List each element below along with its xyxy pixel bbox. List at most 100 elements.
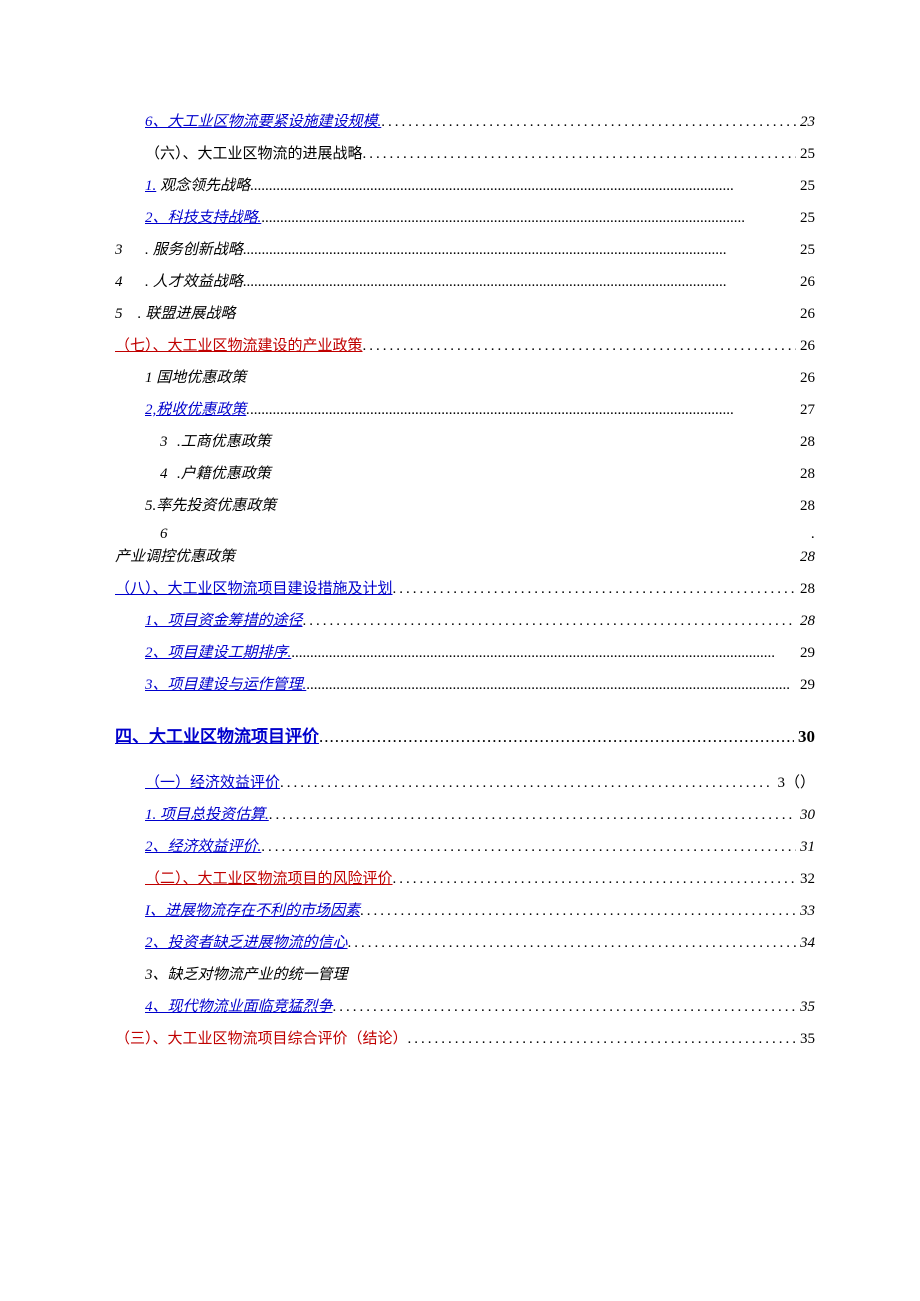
toc-page-number: 3（）: [773, 771, 815, 792]
toc-entry-title[interactable]: （七）、大工业区物流建设的产业政策: [115, 334, 363, 355]
toc-leader: [363, 338, 796, 355]
toc-entry: 3、缺乏对物流产业的统一管理: [115, 963, 815, 984]
toc-entry-title-link[interactable]: 1.: [145, 178, 156, 194]
toc-entry-punct: .: [145, 242, 149, 259]
toc-entry: 1. 项目总投资估算. 30: [115, 803, 815, 824]
toc-entry-title-rest: 观念领先战略: [156, 178, 250, 194]
toc-entry-title: 工商优惠政策: [181, 430, 271, 451]
toc-entry: 4.人才效益战略 26: [115, 270, 815, 291]
toc-entry-number: 4: [115, 274, 145, 291]
toc-entry-punct: .: [138, 306, 142, 323]
toc-entry-punct: .: [145, 274, 149, 291]
toc-entry-title[interactable]: （二）、大工业区物流项目的风险评价: [145, 867, 393, 888]
toc-entry-title[interactable]: 1、项目资金筹措的途径: [145, 609, 303, 630]
toc-entry-title: 5.率先投资优惠政策: [145, 494, 276, 515]
toc-page-number: 26: [796, 338, 815, 355]
toc-page-number: 31: [796, 839, 815, 856]
toc-entry-number: 4: [160, 466, 177, 483]
toc-entry-title: （六）、大工业区物流的进展战略: [145, 142, 363, 163]
toc-leader: [360, 903, 796, 920]
toc-entry-title[interactable]: （一）经济效益评价: [145, 771, 280, 792]
toc-page-number: 26: [796, 370, 815, 387]
toc-page-number: 25: [796, 178, 815, 195]
toc-leader: [363, 146, 796, 163]
toc-entry: 6、大工业区物流要紧设施建设规模.23: [115, 110, 815, 131]
toc-entry-number: 5: [115, 306, 138, 323]
toc-entry: （七）、大工业区物流建设的产业政策 26: [115, 334, 815, 355]
toc-entry-title: 户籍优惠政策: [181, 462, 271, 483]
toc-leader: [243, 274, 796, 291]
toc-entry-title-link[interactable]: 2,税收优惠政策: [145, 402, 246, 418]
toc-entry: （一）经济效益评价 3（）: [115, 771, 815, 792]
toc-entry: 1、项目资金筹措的途径 28: [115, 609, 815, 630]
toc-entry-title[interactable]: I、进展物流存在不利的市场因素: [145, 899, 360, 920]
toc-entry: 3、项目建设与运作管理. 29: [115, 673, 815, 694]
toc-page-number: 30: [794, 727, 815, 747]
toc-entry-title[interactable]: 2、投资者缺乏进展物流的信心: [145, 931, 348, 952]
toc-page-number: 26: [796, 274, 815, 291]
toc-leader: [408, 1031, 796, 1048]
toc-page-number: 28: [796, 549, 815, 566]
toc-entry: 3.服务创新战略25: [115, 238, 815, 259]
toc-leader: [348, 935, 796, 952]
toc-leader: [250, 402, 796, 419]
toc-page-number: 27: [796, 402, 815, 419]
toc-entry-title[interactable]: 2、项目建设工期排序.: [145, 641, 291, 662]
toc-entry-title[interactable]: 2,税收优惠政策.: [145, 398, 250, 419]
toc-entry-title[interactable]: 2、经济效益评价.: [145, 835, 261, 856]
toc-entry-title[interactable]: 1. 观念领先战略: [145, 174, 250, 195]
toc-leader: [269, 807, 796, 824]
toc-page-number: 25: [796, 146, 815, 163]
toc-leader: [261, 210, 796, 227]
toc-entry: （二）、大工业区物流项目的风险评价 32: [115, 867, 815, 888]
toc-entry: 2、科技支持战略.25: [115, 206, 815, 227]
toc-page-number: 35: [796, 999, 815, 1016]
toc-page-number: 26: [796, 306, 815, 323]
toc-leader: [393, 581, 796, 598]
toc-entry-title: 3、缺乏对物流产业的统一管理: [145, 963, 348, 984]
toc-page-number: 28: [796, 498, 815, 515]
toc-entry-title[interactable]: （八）、大工业区物流项目建设措施及计划: [115, 577, 393, 598]
toc-entry: 4.户籍优惠政策28: [115, 462, 815, 483]
toc-entry: 1 国地优惠政策26: [115, 366, 815, 387]
toc-page-number: 28: [796, 581, 815, 598]
toc-entry: 4、现代物流业面临竞猛烈争 35: [115, 995, 815, 1016]
toc-page-number: 32: [796, 871, 815, 888]
toc-entry-title[interactable]: 3、项目建设与运作管理.: [145, 673, 306, 694]
toc-entry: 5.率先投资优惠政策 28: [115, 494, 815, 515]
toc-entry-title: 人才效益战略: [153, 270, 243, 291]
toc-leader: [306, 677, 796, 694]
toc-leader: [333, 999, 796, 1016]
toc-page-number: 28: [796, 434, 815, 451]
toc-page-number: 28: [796, 613, 815, 630]
toc-entry-number: 3: [160, 434, 177, 451]
toc-leader: [261, 839, 796, 856]
toc-entry: 2,税收优惠政策. 27: [115, 398, 815, 419]
toc-page-number: 28: [796, 466, 815, 483]
toc-section-heading: 四、大工业区物流项目评价 30: [115, 722, 815, 747]
toc-leader: [243, 242, 796, 259]
toc-entry: 3.工商优惠政策28: [115, 430, 815, 451]
toc-page-number: 30: [796, 807, 815, 824]
toc-entry: 产业调控优惠政策28: [115, 545, 815, 566]
toc-entry-split-top: 6.: [115, 526, 815, 543]
toc-entry-title[interactable]: 2、科技支持战略.: [145, 206, 261, 227]
toc-entry-title[interactable]: 四、大工业区物流项目评价: [115, 722, 319, 747]
toc-entry: （八）、大工业区物流项目建设措施及计划 28: [115, 577, 815, 598]
toc-entry-title: （三）、大工业区物流项目综合评价（结论）: [115, 1027, 408, 1048]
toc-entry: I、进展物流存在不利的市场因素33: [115, 899, 815, 920]
toc-entry: （六）、大工业区物流的进展战略 25: [115, 142, 815, 163]
toc-entry-title[interactable]: 6、大工业区物流要紧设施建设规模.: [145, 110, 381, 131]
toc-entry: 5.联盟进展战略 26: [115, 302, 815, 323]
toc-page-number: 29: [796, 645, 815, 662]
toc-dot: .: [807, 526, 815, 543]
toc-entry: 2、经济效益评价. 31: [115, 835, 815, 856]
toc-entry-title[interactable]: 4、现代物流业面临竞猛烈争: [145, 995, 333, 1016]
toc-entry: 2、投资者缺乏进展物流的信心 34: [115, 931, 815, 952]
toc-page-number: 35: [796, 1031, 815, 1048]
toc-page-number: 29: [796, 677, 815, 694]
toc-entry: （三）、大工业区物流项目综合评价（结论） 35: [115, 1027, 815, 1048]
toc-entry-title[interactable]: 1. 项目总投资估算.: [145, 803, 269, 824]
toc-page-number: 34: [796, 935, 815, 952]
toc-entry-title: 联盟进展战略: [145, 302, 235, 323]
